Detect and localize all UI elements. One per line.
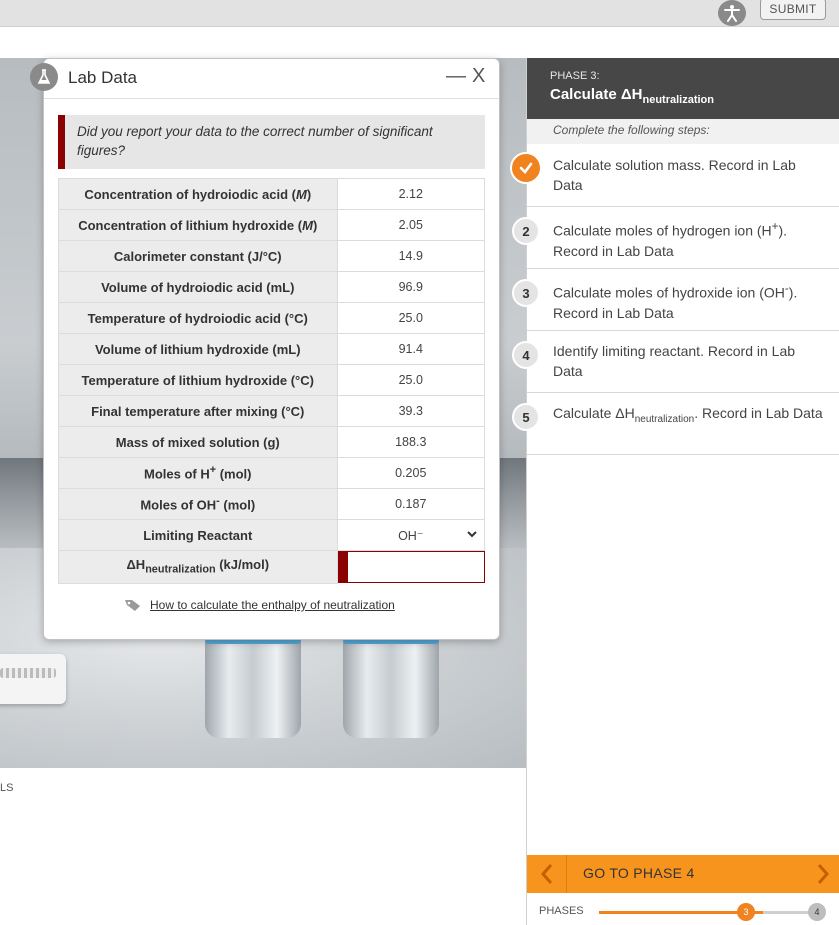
- row-label: Volume of hydroiodic acid (mL): [58, 271, 338, 303]
- step-text: Calculate solution mass. Record in Lab D…: [553, 157, 796, 193]
- step-number: 4: [512, 341, 540, 369]
- checkmark-icon: [519, 162, 533, 174]
- top-bar: SUBMIT: [0, 0, 839, 27]
- chevron-left-icon: [540, 864, 552, 884]
- row-label: Calorimeter constant (J/°C): [58, 240, 338, 272]
- row-value: 39.3: [336, 395, 485, 427]
- table-row: Mass of mixed solution (g) 188.3: [58, 426, 485, 458]
- table-row: Concentration of lithium hydroxide (M) 2…: [58, 209, 485, 241]
- row-label: Mass of mixed solution (g): [58, 426, 338, 458]
- phase-dot-next[interactable]: 4: [808, 903, 826, 921]
- row-label: Volume of lithium hydroxide (mL): [58, 333, 338, 365]
- phase-dot-current[interactable]: 3: [737, 903, 755, 921]
- tag-icon: [125, 600, 140, 611]
- beaker-right[interactable]: [343, 638, 439, 738]
- table-row: Concentration of hydroiodic acid (M) 2.1…: [58, 178, 485, 210]
- table-row: Temperature of lithium hydroxide (°C) 25…: [58, 364, 485, 396]
- beaker-left[interactable]: [205, 638, 301, 738]
- row-value: 96.9: [336, 271, 485, 303]
- phase-header: PHASE 3: Calculate ΔHneutralization: [527, 58, 839, 119]
- previous-phase-button[interactable]: [527, 855, 567, 893]
- table-row: Moles of H+ (mol) 0.205: [58, 457, 485, 489]
- step-number: 2: [512, 217, 540, 245]
- row-value: 188.3: [336, 426, 485, 458]
- pipette-tray[interactable]: [0, 654, 66, 704]
- table-row: Final temperature after mixing (°C) 39.3: [58, 395, 485, 427]
- go-to-phase-button[interactable]: GO TO PHASE 4: [583, 865, 695, 881]
- row-label: Concentration of lithium hydroxide (M): [58, 209, 338, 241]
- window-controls: — X: [446, 65, 485, 88]
- step-3[interactable]: 3 Calculate moles of hydroxide ion (OH-)…: [512, 269, 839, 331]
- lab-data-table: Concentration of hydroiodic acid (M) 2.1…: [58, 178, 485, 584]
- close-button[interactable]: X: [472, 65, 485, 88]
- lab-data-title: Lab Data: [68, 68, 137, 87]
- step-number: 5: [512, 403, 540, 431]
- step-2[interactable]: 2 Calculate moles of hydrogen ion (H+). …: [512, 207, 839, 269]
- row-value: 14.9: [336, 240, 485, 272]
- flask-badge: [30, 63, 58, 91]
- table-row: Calorimeter constant (J/°C) 14.9: [58, 240, 485, 272]
- step-text: Calculate moles of hydrogen ion (H+). Re…: [553, 220, 788, 259]
- row-value: 91.4: [336, 333, 485, 365]
- row-value: 25.0: [336, 302, 485, 334]
- select-value: OH⁻: [398, 528, 424, 543]
- row-label: ΔHneutralization (kJ/mol): [58, 550, 338, 584]
- step-4[interactable]: 4 Identify limiting reactant. Record in …: [512, 331, 839, 393]
- row-value: 0.205: [336, 457, 485, 489]
- step-text: Calculate moles of hydroxide ion (OH-). …: [553, 282, 798, 321]
- table-row: Volume of hydroiodic acid (mL) 96.9: [58, 271, 485, 303]
- help-link-text: How to calculate the enthalpy of neutral…: [150, 598, 395, 612]
- table-row: ΔHneutralization (kJ/mol): [58, 550, 485, 584]
- phases-track: [599, 911, 817, 914]
- row-label: Limiting Reactant: [58, 519, 338, 551]
- accessibility-icon: [724, 5, 740, 22]
- sigfig-alert: Did you report your data to the correct …: [58, 115, 485, 169]
- phases-label: PHASES: [539, 905, 584, 917]
- help-link[interactable]: How to calculate the enthalpy of neutral…: [124, 598, 395, 612]
- chevron-down-icon: [467, 531, 477, 538]
- row-value: 25.0: [336, 364, 485, 396]
- enthalpy-input-cell: [337, 550, 485, 583]
- limiting-reactant-select[interactable]: OH⁻: [336, 519, 485, 551]
- table-row: Volume of lithium hydroxide (mL) 91.4: [58, 333, 485, 365]
- lab-data-header[interactable]: Lab Data — X: [30, 59, 499, 99]
- step-text: Calculate ΔHneutralization. Record in La…: [553, 405, 823, 425]
- row-value: 0.187: [336, 488, 485, 520]
- phase-title: Calculate ΔHneutralization: [550, 86, 714, 106]
- table-row: Moles of OH- (mol) 0.187: [58, 488, 485, 520]
- row-label: Moles of H+ (mol): [58, 457, 338, 489]
- flask-icon: [37, 69, 51, 84]
- row-label: Moles of OH- (mol): [58, 488, 338, 520]
- step-1[interactable]: Calculate solution mass. Record in Lab D…: [510, 145, 839, 207]
- row-label: Concentration of hydroiodic acid (M): [58, 178, 338, 210]
- phase-panel: PHASE 3: Calculate ΔHneutralization Comp…: [510, 58, 839, 925]
- step-number: 3: [512, 279, 540, 307]
- phase-label: PHASE 3:: [550, 70, 600, 82]
- row-label: Temperature of hydroiodic acid (°C): [58, 302, 338, 334]
- scene-label: LS: [0, 782, 14, 794]
- table-row: Limiting Reactant OH⁻: [58, 519, 485, 551]
- step-complete-badge: [510, 152, 542, 184]
- row-value: 2.05: [336, 209, 485, 241]
- step-5[interactable]: 5 Calculate ΔHneutralization. Record in …: [512, 393, 839, 455]
- accessibility-button[interactable]: [718, 0, 746, 26]
- table-row: Temperature of hydroiodic acid (°C) 25.0: [58, 302, 485, 334]
- chevron-right-icon: [817, 864, 830, 884]
- minimize-button[interactable]: —: [446, 65, 466, 88]
- step-text: Identify limiting reactant. Record in La…: [553, 343, 796, 379]
- phases-progress: PHASES 3 4: [527, 893, 839, 925]
- submit-button[interactable]: SUBMIT: [760, 0, 826, 20]
- next-phase-button[interactable]: [806, 855, 839, 893]
- enthalpy-input[interactable]: [337, 551, 485, 583]
- steps-intro: Complete the following steps:: [527, 119, 839, 144]
- lab-data-window: Lab Data — X Did you report your data to…: [30, 58, 500, 640]
- row-label: Temperature of lithium hydroxide (°C): [58, 364, 338, 396]
- row-value: 2.12: [336, 178, 485, 210]
- row-label: Final temperature after mixing (°C): [58, 395, 338, 427]
- phase-navigation: GO TO PHASE 4: [527, 855, 839, 893]
